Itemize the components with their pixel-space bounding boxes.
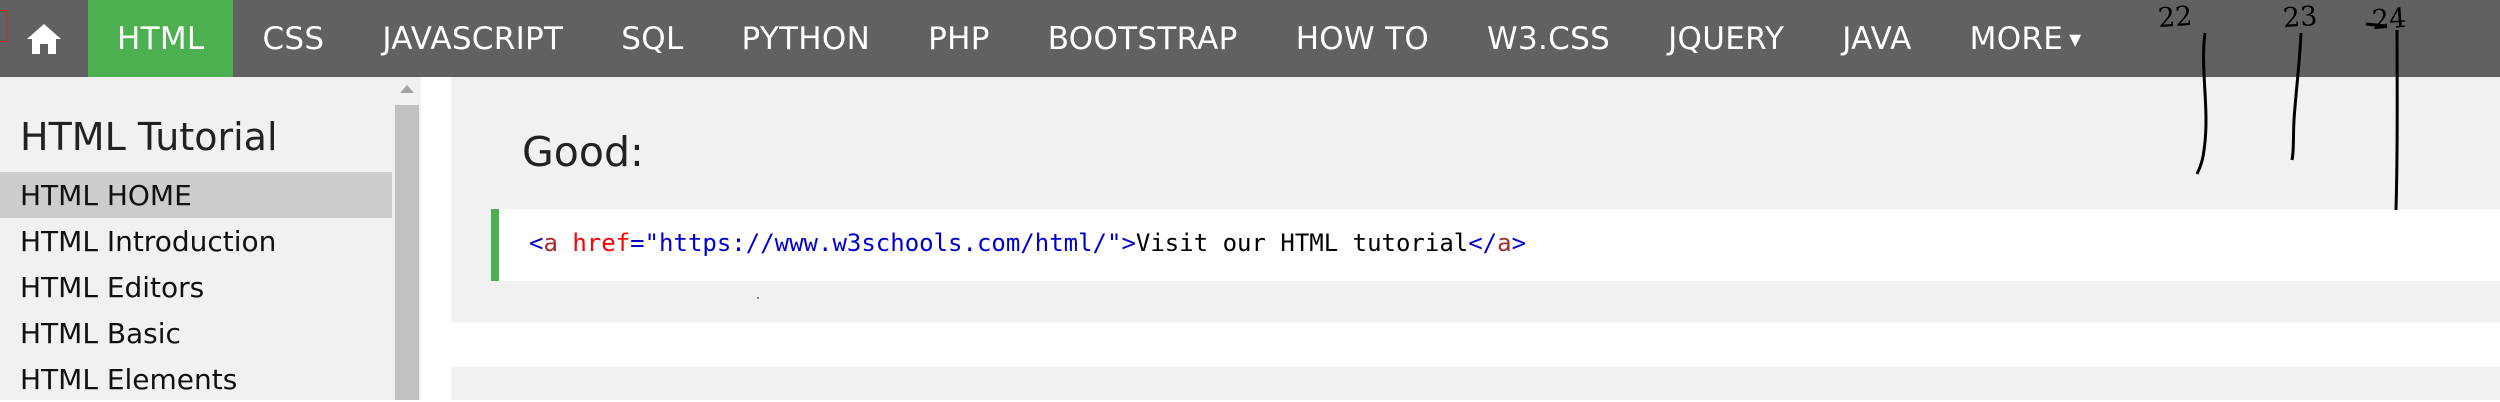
red-selection-mark xyxy=(0,10,7,42)
nav-item-label: JQUERY xyxy=(1668,20,1785,57)
nav-item-how-to[interactable]: HOW TO xyxy=(1267,0,1458,77)
nav-item-label: BOOTSTRAP xyxy=(1047,20,1238,57)
nav-item-label: PHP xyxy=(928,20,990,57)
code-equals: = xyxy=(630,229,645,257)
home-icon xyxy=(27,23,61,54)
sidebar-item-html-introduction[interactable]: HTML Introduction xyxy=(0,218,392,264)
sidebar-menu: HTML HOME HTML Introduction HTML Editors… xyxy=(0,172,392,402)
nav-item-javascript[interactable]: JAVASCRIPT xyxy=(353,0,592,77)
caret-down-icon: ▾ xyxy=(2069,24,2082,53)
code-close-bracket: > xyxy=(1121,229,1136,257)
nav-item-php[interactable]: PHP xyxy=(899,0,1019,77)
nav-item-more[interactable]: MORE ▾ xyxy=(1941,0,2111,77)
code-end-close: > xyxy=(1511,229,1527,257)
nav-item-label: SQL xyxy=(621,20,684,57)
top-navigation-bar: HTML CSS JAVASCRIPT SQL PYTHON PHP BOOTS… xyxy=(0,0,2500,77)
nav-item-java[interactable]: JAVA xyxy=(1813,0,1940,77)
code-example: <a href="https://www.w3schools.com/html/… xyxy=(491,209,2500,281)
sidebar-item-html-home[interactable]: HTML HOME xyxy=(0,172,392,218)
nav-item-label: W3.CSS xyxy=(1487,20,1611,57)
code-link-text: Visit our HTML tutorial xyxy=(1135,229,1469,257)
nav-item-label: MORE xyxy=(1969,20,2064,57)
sidebar-item-html-basic[interactable]: HTML Basic xyxy=(0,310,392,356)
code-open-bracket: < xyxy=(529,229,544,257)
next-example-panel xyxy=(451,367,2500,400)
nav-item-jquery[interactable]: JQUERY xyxy=(1639,0,1813,77)
home-button[interactable] xyxy=(0,0,88,77)
code-line: <a href="https://www.w3schools.com/html/… xyxy=(529,229,1526,257)
nav-item-label: JAVA xyxy=(1842,20,1912,57)
code-tag-name: a xyxy=(543,229,558,257)
sidebar-scrollbar[interactable] xyxy=(393,77,421,400)
nav-item-label: CSS xyxy=(262,20,325,57)
nav-item-label: PYTHON xyxy=(741,20,871,57)
sidebar-item-html-elements[interactable]: HTML Elements xyxy=(0,356,392,402)
nav-item-html[interactable]: HTML xyxy=(88,0,234,77)
nav-item-label: HTML xyxy=(117,20,205,57)
nav-item-label: HOW TO xyxy=(1295,20,1430,57)
main-content: Good: <a href="https://www.w3schools.com… xyxy=(421,77,2500,400)
nav-item-w3css[interactable]: W3.CSS xyxy=(1458,0,1639,77)
code-attribute: href xyxy=(572,229,631,257)
nav-item-python[interactable]: PYTHON xyxy=(713,0,900,77)
code-end-open: </ xyxy=(1468,229,1498,257)
example-panel: Good: <a href="https://www.w3schools.com… xyxy=(451,77,2500,322)
code-attribute-value: "https://www.w3schools.com/html/" xyxy=(644,229,1122,257)
sidebar-title: HTML Tutorial xyxy=(20,115,278,159)
stray-dot xyxy=(757,297,759,299)
nav-item-label: JAVASCRIPT xyxy=(382,20,564,57)
example-heading: Good: xyxy=(522,128,644,176)
code-end-tag-name: a xyxy=(1497,229,1512,257)
scroll-up-arrow-icon[interactable] xyxy=(400,85,414,93)
nav-item-bootstrap[interactable]: BOOTSTRAP xyxy=(1019,0,1267,77)
nav-item-sql[interactable]: SQL xyxy=(592,0,712,77)
sidebar-item-html-editors[interactable]: HTML Editors xyxy=(0,264,392,310)
scrollbar-thumb[interactable] xyxy=(395,105,419,400)
nav-item-css[interactable]: CSS xyxy=(233,0,353,77)
